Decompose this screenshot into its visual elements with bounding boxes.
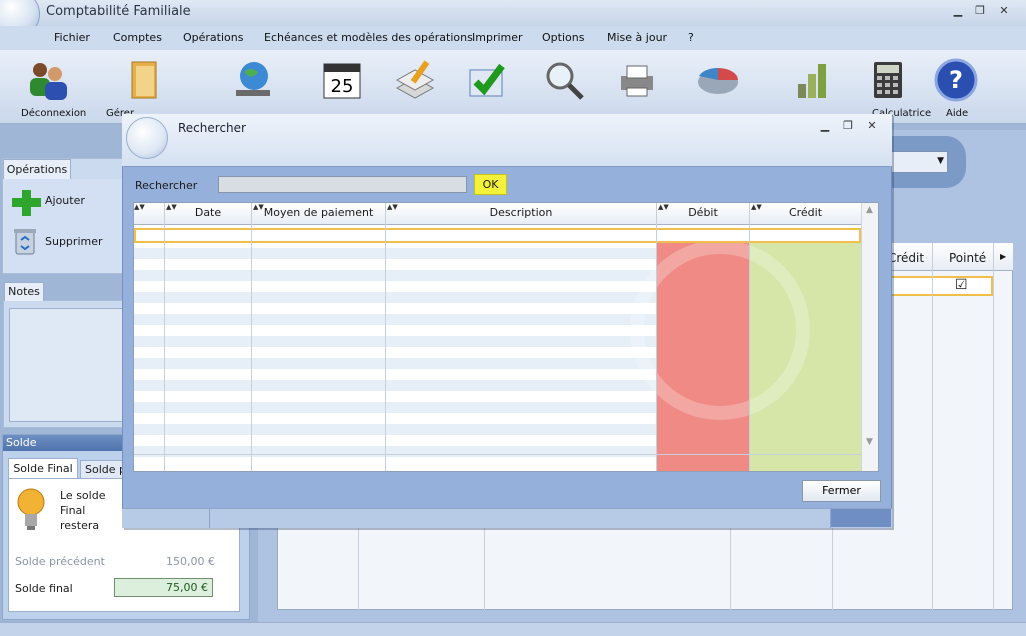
col-debit[interactable]: Débit	[657, 206, 749, 219]
scroll-up-icon[interactable]: ▲	[866, 205, 873, 215]
previous-balance-label: Solde précédent	[15, 555, 105, 568]
col-moyen-paiement[interactable]: Moyen de paiement	[252, 206, 385, 219]
calculator-icon[interactable]	[866, 58, 910, 102]
col-description[interactable]: Description	[386, 206, 656, 219]
menu-imprimer[interactable]: Imprimer	[472, 31, 523, 44]
chevron-down-icon: ▼	[937, 156, 944, 166]
folder-icon[interactable]	[122, 58, 166, 102]
pointe-checkbox[interactable]: ☑	[955, 277, 968, 293]
minimize-button[interactable]: ▁	[948, 3, 968, 19]
search-label: Rechercher	[135, 179, 198, 192]
sort-icon[interactable]: ▲▼	[134, 203, 145, 211]
close-dialog-button[interactable]: Fermer	[802, 480, 881, 502]
dialog-close-button[interactable]: ✕	[862, 118, 882, 134]
ok-button[interactable]: OK	[474, 174, 507, 195]
dialog-title: Rechercher	[178, 121, 246, 135]
add-label[interactable]: Ajouter	[45, 194, 85, 207]
recycle-bin-icon[interactable]	[12, 226, 38, 259]
dialog-statusbar	[122, 508, 892, 528]
app-title: Comptabilité Familiale	[46, 4, 191, 19]
plus-icon	[12, 190, 41, 216]
menu-comptes[interactable]: Comptes	[113, 31, 162, 44]
final-balance-label: Solde final	[15, 582, 73, 595]
delete-label[interactable]: Supprimer	[45, 235, 103, 248]
tab-solde-pointe[interactable]: Solde pointé	[80, 460, 126, 478]
dialog-restore-button[interactable]: ❐	[838, 118, 858, 134]
col-date[interactable]: Date	[165, 206, 251, 219]
add-operation-button[interactable]	[10, 190, 42, 216]
menu-options[interactable]: Options	[542, 31, 584, 44]
help-icon[interactable]: ?	[934, 58, 978, 102]
search-input[interactable]	[218, 176, 467, 193]
users-icon[interactable]	[25, 58, 69, 102]
toolbar-label-aide: Aide	[946, 108, 969, 119]
magnifier-icon[interactable]	[542, 58, 586, 102]
calendar-day: 25	[331, 76, 354, 97]
bg-col-pointe: Pointé	[949, 251, 987, 265]
restore-button[interactable]: ❐	[970, 3, 990, 19]
results-scrollbar[interactable]: ▲ ▼	[861, 203, 878, 471]
menu-fichier[interactable]: Fichier	[54, 31, 90, 44]
selected-row[interactable]	[880, 276, 993, 296]
menu-help[interactable]: ?	[688, 31, 694, 44]
dialog-status-segment	[831, 509, 891, 527]
dialog-minimize-button[interactable]: ▁	[815, 118, 835, 134]
toolbar-label-deconnexion: Déconnexion	[21, 108, 87, 119]
menu-mise-a-jour[interactable]: Mise à jour	[607, 31, 667, 44]
close-button[interactable]: ✕	[994, 3, 1014, 19]
tab-notes[interactable]: Notes	[4, 282, 44, 301]
previous-balance-value: 150,00 €	[166, 555, 215, 568]
selected-result-row[interactable]	[134, 228, 861, 243]
globe-laptop-icon[interactable]	[230, 58, 274, 102]
menu-echeances[interactable]: Echéances et modèles des opérations	[264, 31, 473, 44]
main-statusbar	[0, 622, 1026, 636]
scroll-down-icon[interactable]: ▼	[866, 437, 873, 447]
menu-operations[interactable]: Opérations	[183, 31, 243, 44]
watermark-magnifier-icon	[630, 240, 810, 420]
dialog-orb-icon	[126, 117, 168, 159]
scroll-right-icon[interactable]: ▶	[1000, 252, 1006, 261]
lightbulb-icon	[16, 486, 46, 539]
svg-text:?: ?	[949, 66, 963, 94]
tab-solde-final[interactable]: Solde Final	[8, 458, 78, 478]
printer-icon[interactable]	[615, 58, 659, 102]
final-balance-value: 75,00 €	[114, 578, 213, 597]
tab-operations[interactable]: Opérations	[3, 159, 71, 179]
calendar-icon[interactable]: 25	[320, 58, 364, 102]
checkmark-icon[interactable]	[466, 58, 510, 102]
bar-chart-icon[interactable]	[792, 58, 836, 102]
balance-description: Le solde Final restera après les opérati…	[60, 489, 106, 532]
col-credit[interactable]: Crédit	[750, 206, 861, 219]
pie-chart-icon[interactable]	[696, 58, 740, 102]
layers-pencil-icon[interactable]	[393, 58, 437, 102]
